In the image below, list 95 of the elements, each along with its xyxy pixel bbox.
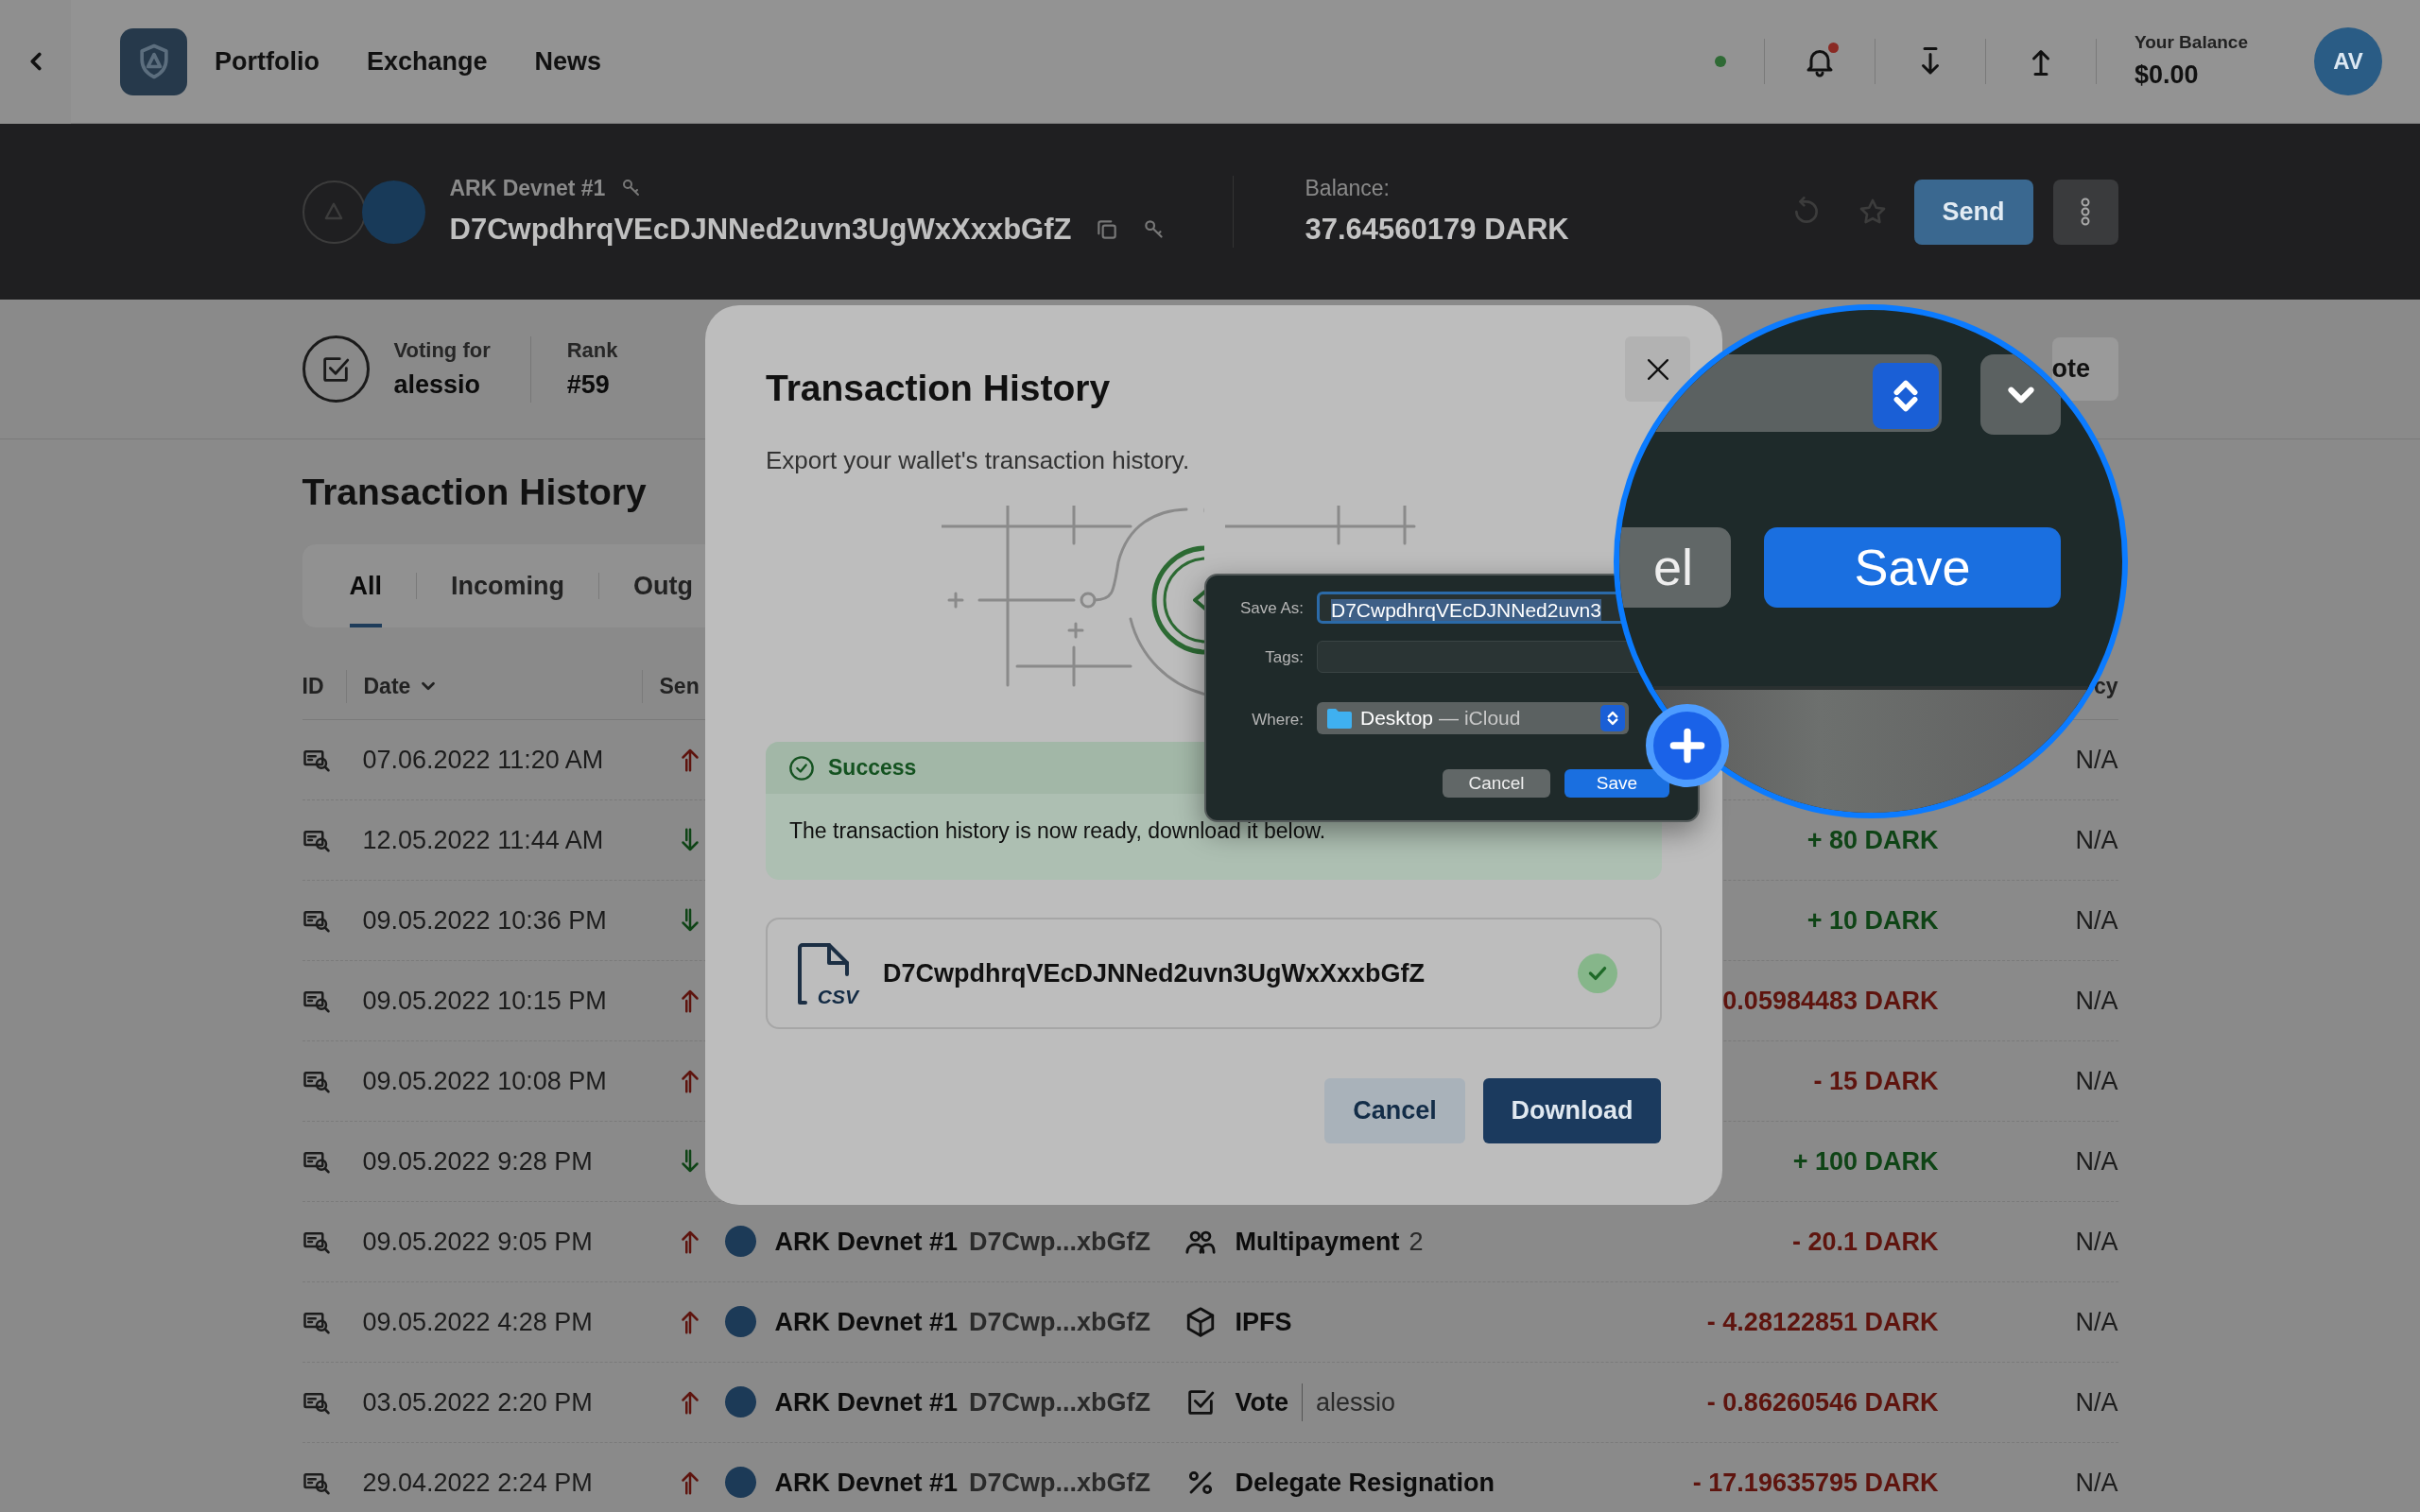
where-label: Where: <box>1251 710 1304 730</box>
transaction-amount: + 10 DARK <box>1806 904 1939 936</box>
transaction-date: 09.05.2022 10:08 PM <box>362 1065 608 1097</box>
transaction-type: Multipayment <box>1235 1226 1400 1258</box>
sender-avatar <box>724 1467 756 1499</box>
balance-value: $0.00 <box>2134 60 2200 91</box>
currency-value: N/A <box>2074 904 2118 936</box>
save-button[interactable]: Save <box>1764 527 2061 608</box>
transaction-date: 03.05.2022 2:20 PM <box>362 1386 594 1418</box>
vote-delegate: alessio <box>1302 1383 1396 1422</box>
sender-name: ARK Devnet #1 <box>774 1386 959 1418</box>
sender-avatar <box>724 1306 756 1338</box>
transaction-amount: - 17.19635795 DARK <box>1691 1467 1939 1499</box>
sender-name: ARK Devnet #1 <box>774 1306 959 1338</box>
wallet-address: D7CwpdhrqVEcDJNNed2uvn3UgWxXxxbGfZ <box>449 212 1072 248</box>
transaction-amount: - 4.28122851 DARK <box>1705 1306 1939 1338</box>
rank-value: #59 <box>566 369 611 401</box>
balance-label: Your Balance <box>2134 30 2248 54</box>
column-header: cy <box>2093 673 2118 701</box>
transaction-date: 09.05.2022 10:15 PM <box>362 985 608 1017</box>
currency-value: N/A <box>2074 985 2118 1017</box>
close-button[interactable] <box>1625 336 1690 402</box>
transaction-amount: + 100 DARK <box>1791 1145 1939 1177</box>
filter-tab[interactable]: Outg <box>633 543 693 627</box>
user-avatar[interactable]: AV <box>2314 27 2382 95</box>
currency-value: N/A <box>2074 1226 2118 1258</box>
cancel-button[interactable]: el <box>1619 527 1731 608</box>
currency-value: N/A <box>2074 1145 2118 1177</box>
column-header: Sen <box>659 673 700 701</box>
sender-address: D7Cwp...xbGfZ <box>969 1226 1151 1258</box>
filter-tab[interactable]: All <box>349 543 382 627</box>
recipient-count: 2 <box>1409 1226 1424 1258</box>
nav-link[interactable]: Portfolio <box>215 42 320 81</box>
currency-value: N/A <box>2074 744 2118 776</box>
filter-tab[interactable]: Incoming <box>451 543 564 627</box>
transaction-date: 09.05.2022 10:36 PM <box>362 904 608 936</box>
rank-label: Rank <box>566 336 618 364</box>
cancel-button[interactable]: Cancel <box>1324 1078 1465 1143</box>
sender-address: D7Cwp...xbGfZ <box>969 1306 1151 1338</box>
transaction-date: 09.05.2022 9:05 PM <box>362 1226 594 1258</box>
download-button[interactable]: Download <box>1483 1078 1661 1143</box>
vote-button[interactable]: ote <box>2051 337 2118 401</box>
transaction-amount: - 20.1 DARK <box>1790 1226 1939 1258</box>
dialog-subtitle: Export your wallet's transaction history. <box>766 445 1190 476</box>
sender-avatar <box>724 1386 756 1418</box>
dots-vertical-icon <box>2081 198 2090 226</box>
up-down-arrows-icon <box>1873 363 1939 429</box>
dialog-title: Transaction History <box>766 367 1111 410</box>
file-type-label: CSV <box>817 987 858 1006</box>
currency-value: N/A <box>2074 1306 2118 1338</box>
alert-title: Success <box>828 754 917 782</box>
tags-label: Tags: <box>1264 647 1304 668</box>
currency-value: N/A <box>2074 1467 2118 1499</box>
save-button[interactable]: Save <box>1564 769 1669 798</box>
transaction-amount: - 0.86260546 DARK <box>1705 1386 1939 1418</box>
delegate-name: alessio <box>393 369 482 401</box>
wallet-balance: 37.64560179 DARK <box>1305 212 1569 248</box>
transaction-type: IPFS <box>1235 1306 1292 1338</box>
wallet-name: ARK Devnet #1 <box>449 174 606 202</box>
currency-value: N/A <box>2074 1065 2118 1097</box>
column-header: ID <box>302 673 325 701</box>
transaction-date: 12.05.2022 11:44 AM <box>362 824 605 856</box>
send-button[interactable]: Send <box>1913 179 2033 245</box>
date-column-header[interactable]: Date <box>345 670 440 703</box>
nav-link[interactable]: Exchange <box>367 42 488 81</box>
sender-address: D7Cwp...xbGfZ <box>969 1386 1151 1418</box>
sender-name: ARK Devnet #1 <box>774 1226 959 1258</box>
transaction-date: 29.04.2022 2:24 PM <box>362 1467 594 1499</box>
transaction-type: Vote <box>1235 1386 1288 1418</box>
transaction-amount: - 15 DARK <box>1812 1065 1939 1097</box>
sender-name: ARK Devnet #1 <box>774 1467 959 1499</box>
transaction-date: 07.06.2022 11:20 AM <box>362 744 605 776</box>
transaction-amount: 0.05984483 DARK <box>1721 985 1939 1017</box>
alert-message: The transaction history is now ready, download it below. <box>789 817 1327 845</box>
vote-status-icon <box>302 335 370 403</box>
transaction-amount: + 80 DARK <box>1806 824 1939 856</box>
voting-label: Voting for <box>393 336 491 364</box>
check-circle-icon <box>788 754 815 782</box>
save-as-label: Save As: <box>1238 598 1304 619</box>
sender-address: D7Cwp...xbGfZ <box>969 1467 1151 1499</box>
currency-value: N/A <box>2074 824 2118 856</box>
cancel-button[interactable]: Cancel <box>1443 769 1550 798</box>
nav-link[interactable]: News <box>534 42 602 81</box>
folder-icon <box>1326 707 1353 730</box>
file-name: D7CwpdhrqVEcDJNNed2uvn3UgWxXxxbGfZ <box>883 957 1426 989</box>
logo-icon[interactable] <box>120 27 187 95</box>
more-options-button[interactable] <box>2052 179 2118 245</box>
transaction-type: Delegate Resignation <box>1235 1467 1495 1499</box>
sender-avatar <box>724 1226 756 1258</box>
location-dropdown[interactable]: Desktop — iCloud <box>1317 702 1629 734</box>
balance-label: Balance: <box>1305 174 1391 202</box>
currency-value: N/A <box>2074 1386 2118 1418</box>
section-title: Transaction History <box>302 471 648 514</box>
transaction-date: 09.05.2022 4:28 PM <box>362 1306 594 1338</box>
transaction-date: 09.05.2022 9:28 PM <box>362 1145 594 1177</box>
